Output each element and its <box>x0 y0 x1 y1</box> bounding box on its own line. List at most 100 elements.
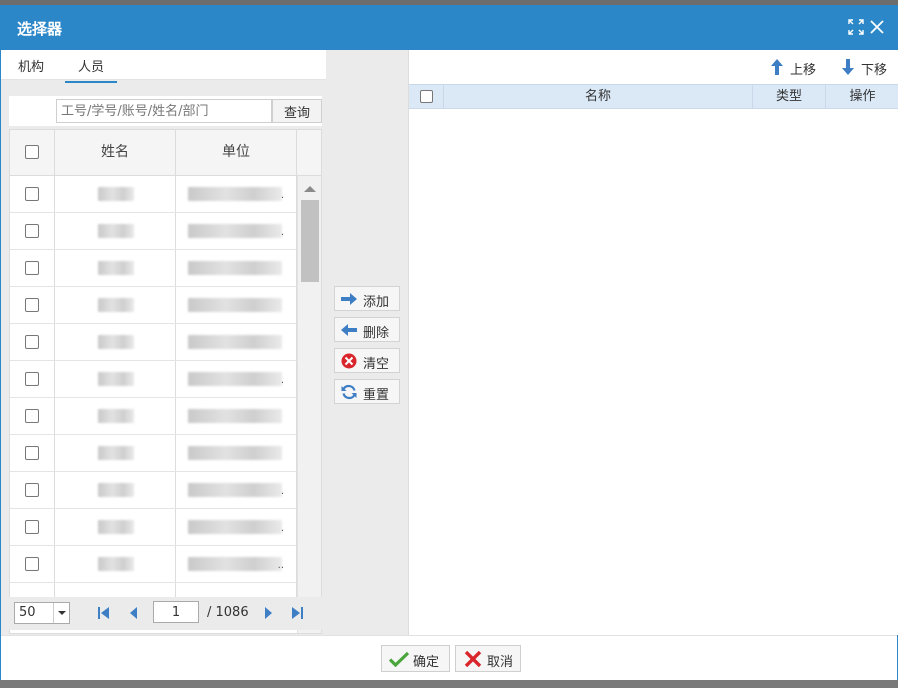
redacted-unit <box>188 409 282 423</box>
table-row[interactable]: .. <box>10 546 297 583</box>
select-all-checkbox[interactable] <box>25 145 39 159</box>
redacted-name <box>98 298 134 312</box>
row-checkbox[interactable] <box>25 298 39 312</box>
action-column: 添加 删除 清空 重置 <box>326 50 408 635</box>
selected-toolbar: 上移 下移 <box>409 50 898 84</box>
table-row[interactable]: . <box>10 361 297 398</box>
chevron-down-icon[interactable] <box>53 603 69 623</box>
move-up-button[interactable]: 上移 <box>770 57 820 78</box>
redacted-unit <box>188 335 282 349</box>
redacted-name <box>98 483 134 497</box>
prev-page-icon[interactable] <box>127 605 141 621</box>
redacted-unit <box>188 557 282 571</box>
cross-icon <box>464 651 482 667</box>
backdrop <box>0 680 898 688</box>
redacted-unit <box>188 483 282 497</box>
scrollbar-thumb[interactable] <box>301 200 319 282</box>
tab-personnel[interactable]: 人员 <box>65 56 118 83</box>
table-row[interactable]: . <box>10 472 297 509</box>
table-row[interactable]: . <box>10 509 297 546</box>
selected-select-all-checkbox[interactable] <box>420 90 433 103</box>
row-checkbox[interactable] <box>25 446 39 460</box>
arrow-up-icon <box>771 59 783 75</box>
redacted-name <box>98 372 134 386</box>
tab-organization[interactable]: 机构 <box>18 56 44 81</box>
redacted-unit <box>188 224 282 238</box>
table-row[interactable] <box>10 324 297 361</box>
table-row[interactable]: . <box>10 176 297 213</box>
table-row[interactable] <box>10 250 297 287</box>
close-icon[interactable] <box>868 18 886 36</box>
dialog-footer: 确定 取消 <box>1 635 897 680</box>
pagination: 50 / 1086 <box>9 597 322 630</box>
column-header-name[interactable]: 姓名 <box>55 130 175 174</box>
redacted-unit <box>188 298 282 312</box>
page-size-select[interactable]: 50 <box>14 602 70 624</box>
column-header-type[interactable]: 类型 <box>753 85 826 108</box>
redacted-name <box>98 187 134 201</box>
redacted-name <box>98 224 134 238</box>
search-bar: 查询 <box>9 96 322 126</box>
confirm-button[interactable]: 确定 <box>381 645 450 672</box>
redacted-name <box>98 409 134 423</box>
grid-header: 姓名 单位 <box>10 130 321 176</box>
arrow-down-icon <box>842 59 854 75</box>
next-page-icon[interactable] <box>261 605 275 621</box>
table-row[interactable] <box>10 435 297 472</box>
cancel-button[interactable]: 取消 <box>455 645 521 672</box>
redacted-name <box>98 520 134 534</box>
redacted-name <box>98 261 134 275</box>
row-checkbox[interactable] <box>25 224 39 238</box>
table-row[interactable] <box>10 287 297 324</box>
arrow-left-icon <box>341 324 357 336</box>
clear-icon <box>341 353 357 369</box>
column-header-title[interactable]: 名称 <box>444 85 753 108</box>
row-checkbox[interactable] <box>25 483 39 497</box>
row-checkbox[interactable] <box>25 520 39 534</box>
scroll-up-icon[interactable] <box>304 186 316 192</box>
remove-button[interactable]: 删除 <box>334 317 400 342</box>
refresh-icon <box>341 384 357 400</box>
left-panel: 机构 人员 查询 姓名 单位 . . <box>1 50 326 635</box>
total-pages: / 1086 <box>207 605 249 620</box>
table-row[interactable]: . <box>10 213 297 250</box>
row-checkbox[interactable] <box>25 335 39 349</box>
row-checkbox[interactable] <box>25 409 39 423</box>
selected-grid-header: 名称 类型 操作 <box>409 84 898 109</box>
row-checkbox[interactable] <box>25 557 39 571</box>
redacted-name <box>98 446 134 460</box>
search-button[interactable]: 查询 <box>272 99 322 123</box>
arrow-right-icon <box>341 293 357 305</box>
checkmark-icon <box>389 651 409 667</box>
redacted-unit <box>188 187 282 201</box>
redacted-name <box>98 557 134 571</box>
row-checkbox[interactable] <box>25 372 39 386</box>
redacted-unit <box>188 261 282 275</box>
add-button[interactable]: 添加 <box>334 286 400 311</box>
redacted-unit <box>188 520 282 534</box>
row-checkbox[interactable] <box>25 261 39 275</box>
selected-panel: 上移 下移 名称 类型 操作 <box>408 50 898 635</box>
row-checkbox[interactable] <box>25 187 39 201</box>
expand-icon[interactable] <box>847 18 865 36</box>
selector-dialog: 选择器 机构 人员 查询 姓名 单位 <box>0 5 898 680</box>
column-header-action[interactable]: 操作 <box>826 85 898 108</box>
clear-button[interactable]: 清空 <box>334 348 400 373</box>
table-row[interactable] <box>10 398 297 435</box>
page-number-input[interactable] <box>153 601 199 623</box>
search-input[interactable] <box>56 99 272 123</box>
redacted-name <box>98 335 134 349</box>
dialog-title: 选择器 <box>17 20 63 38</box>
redacted-unit <box>188 446 282 460</box>
grid-rows: . . . . . .. <box>10 176 297 633</box>
first-page-icon[interactable] <box>97 605 111 621</box>
column-header-unit[interactable]: 单位 <box>176 130 296 174</box>
reset-button[interactable]: 重置 <box>334 379 400 404</box>
last-page-icon[interactable] <box>290 605 304 621</box>
tab-bar: 机构 人员 <box>1 50 326 83</box>
vertical-scrollbar[interactable] <box>297 176 321 633</box>
redacted-unit <box>188 372 282 386</box>
move-down-button[interactable]: 下移 <box>841 57 893 78</box>
dialog-titlebar[interactable]: 选择器 <box>1 6 897 50</box>
personnel-grid: 姓名 单位 . . . . . .. <box>9 129 322 634</box>
